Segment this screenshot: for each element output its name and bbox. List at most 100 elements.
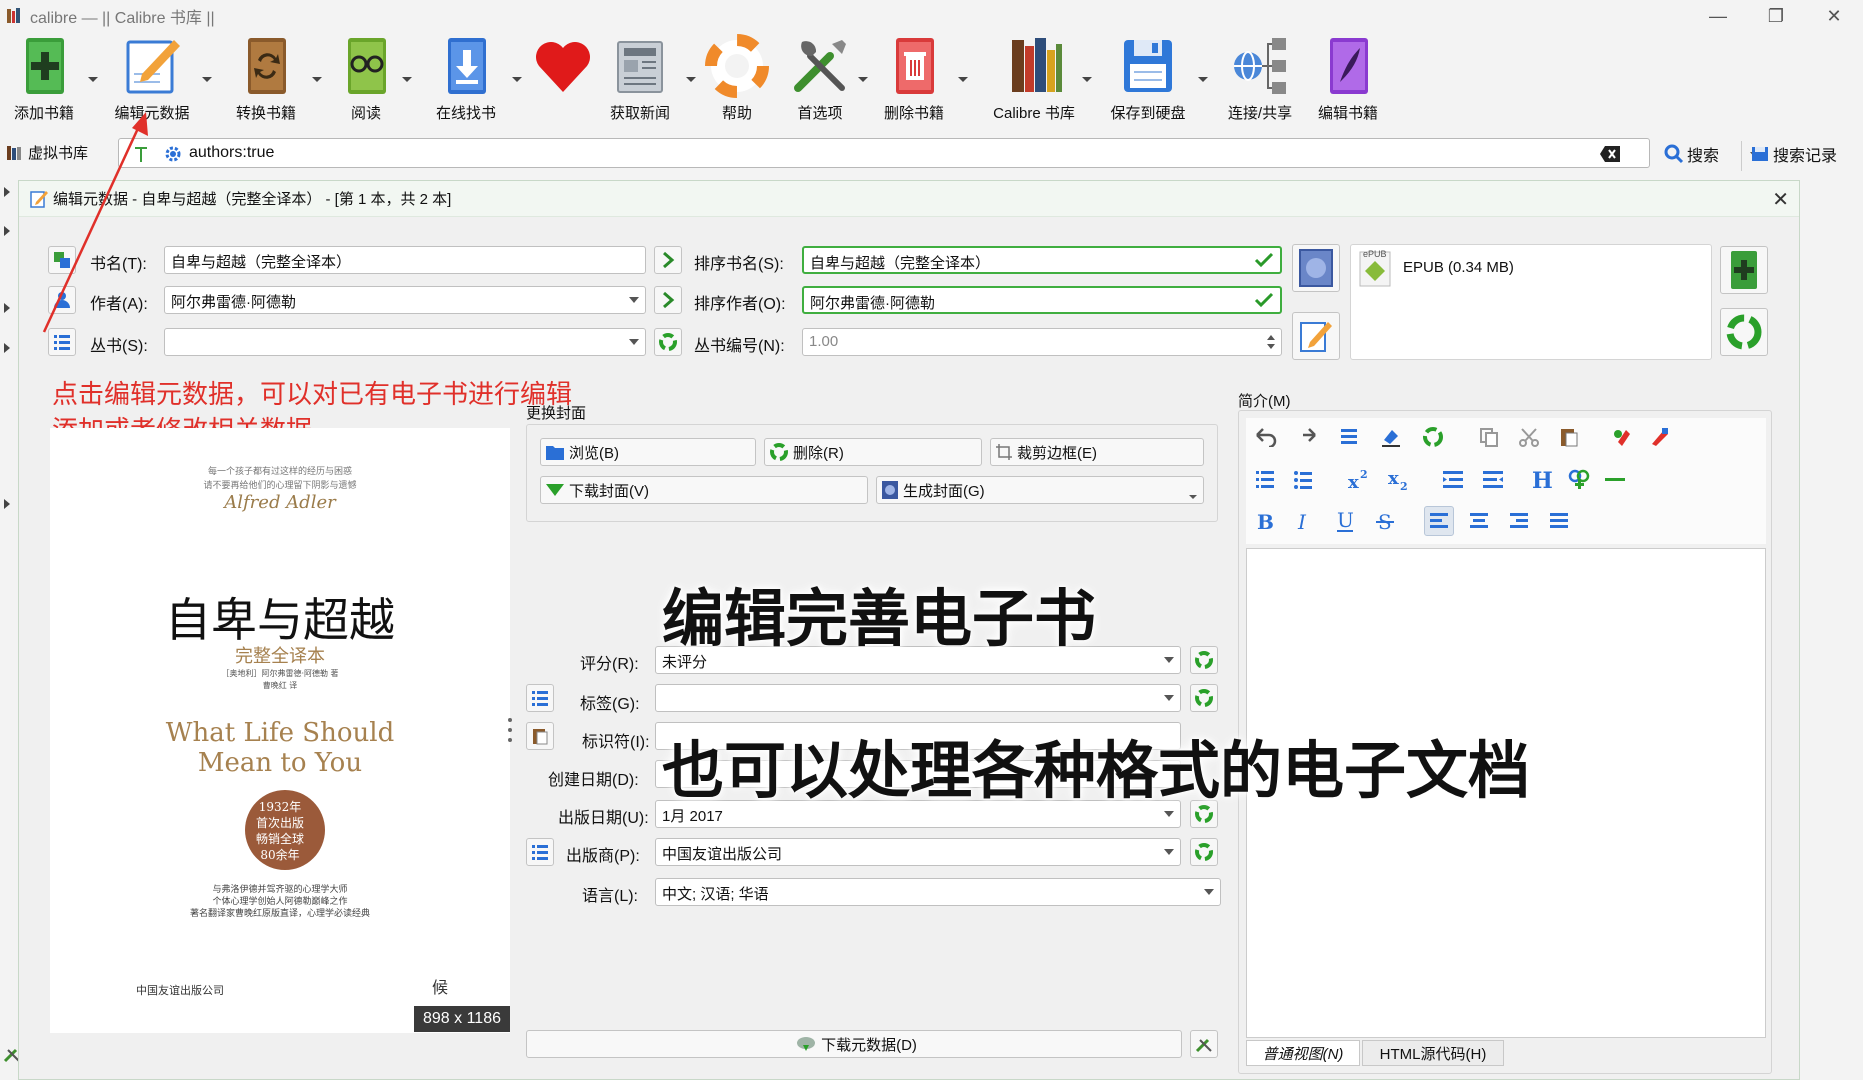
maximize-button[interactable]: ❐ [1748, 0, 1804, 32]
eraser-icon[interactable] [1376, 422, 1406, 452]
align-right-icon[interactable] [1504, 506, 1534, 536]
saved-searches-button[interactable]: 搜索记录 [1750, 142, 1837, 166]
clear-rating-button[interactable] [1190, 646, 1218, 674]
publisher-input[interactable]: 中国友谊出版公司 [655, 838, 1181, 866]
download-cover-button[interactable]: 下载封面(V) [540, 476, 868, 504]
trim-cover-button[interactable]: 裁剪边框(E) [990, 438, 1204, 466]
manage-tags-button[interactable] [526, 684, 554, 712]
remove-cover-button[interactable]: 删除(R) [764, 438, 982, 466]
clear-series-button[interactable] [654, 328, 682, 356]
copy-icon[interactable] [1474, 422, 1504, 452]
chevron-down-icon[interactable] [956, 72, 970, 86]
align-left-icon[interactable] [1424, 506, 1454, 536]
strikethrough-icon[interactable]: S [1370, 506, 1400, 536]
tags-input[interactable] [655, 684, 1181, 712]
chevron-down-icon[interactable] [1164, 657, 1174, 663]
edit-cover-button[interactable] [1292, 312, 1340, 360]
chevron-down-icon[interactable] [1196, 72, 1210, 86]
series-index-input[interactable]: 1.00 [802, 328, 1282, 356]
expand-arrow-icon[interactable] [2, 342, 12, 354]
chevron-down-icon[interactable] [200, 72, 214, 86]
languages-input[interactable]: 中文; 汉语; 华语 [655, 878, 1221, 906]
paste-icon[interactable] [1554, 422, 1584, 452]
underline-icon[interactable]: U [1330, 506, 1360, 536]
cover-thumbnail-button[interactable] [1292, 244, 1340, 292]
chevron-down-icon[interactable] [1204, 889, 1214, 895]
convert-books-button[interactable]: 转换书籍 [224, 34, 308, 128]
formats-list[interactable]: ePUB EPUB (0.34 MB) [1350, 244, 1712, 360]
calibre-library-button[interactable]: Calibre 书库 [976, 34, 1092, 128]
chevron-down-icon[interactable] [1189, 495, 1197, 499]
unordered-list-icon[interactable] [1288, 464, 1318, 494]
search-input[interactable]: authors:true [118, 138, 1760, 171]
connect-share-button[interactable]: 连接/共享 [1214, 34, 1306, 128]
series-input[interactable] [164, 328, 646, 356]
save-to-disk-button[interactable]: 保存到硬盘 [1102, 34, 1194, 128]
gear-icon[interactable] [163, 144, 183, 164]
align-center-icon[interactable] [1464, 506, 1494, 536]
cut-icon[interactable] [1514, 422, 1544, 452]
splitter-handle[interactable] [506, 716, 514, 750]
recycle-icon[interactable] [1418, 422, 1448, 452]
edit-book-button[interactable]: 编辑书籍 [1306, 34, 1390, 128]
chevron-down-icon[interactable] [684, 72, 698, 86]
title-sort-input[interactable]: 自卑与超越（完整全译本） [802, 246, 1282, 274]
chevron-down-icon[interactable] [629, 297, 639, 303]
text-color-icon[interactable] [1644, 422, 1674, 452]
clear-publisher-button[interactable] [1190, 838, 1218, 866]
add-format-button[interactable] [1720, 246, 1768, 294]
chevron-down-icon[interactable] [310, 72, 324, 86]
chevron-down-icon[interactable] [1164, 695, 1174, 701]
superscript-icon[interactable]: x2 [1344, 464, 1374, 494]
generate-cover-button[interactable]: 生成封面(G) [876, 476, 1204, 504]
align-justify-icon[interactable] [1544, 506, 1574, 536]
expand-arrow-icon[interactable] [2, 498, 12, 510]
metadata-sources-button[interactable] [1190, 1030, 1218, 1058]
chevron-down-icon[interactable] [1164, 811, 1174, 817]
copy-author-sort-button[interactable] [654, 286, 682, 314]
tab-html-source[interactable]: HTML源代码(H) [1362, 1040, 1504, 1066]
preferences-button[interactable]: 首选项 [778, 34, 862, 128]
get-books-button[interactable]: 在线找书 [424, 34, 508, 128]
chevron-down-icon[interactable] [86, 72, 100, 86]
chevron-down-icon[interactable] [629, 339, 639, 345]
manage-publishers-button[interactable] [526, 838, 554, 866]
author-sort-input[interactable]: 阿尔弗雷德·阿德勒 [802, 286, 1282, 314]
spin-arrows-icon[interactable] [1265, 332, 1277, 352]
expand-arrow-icon[interactable] [2, 302, 12, 314]
expand-arrow-icon[interactable] [2, 225, 12, 237]
italic-icon[interactable]: I [1288, 506, 1318, 536]
bold-icon[interactable]: B [1250, 506, 1280, 536]
copy-title-sort-button[interactable] [654, 246, 682, 274]
help-button[interactable]: 帮助 [702, 34, 772, 128]
chevron-down-icon[interactable] [1164, 849, 1174, 855]
subscript-icon[interactable]: x2 [1384, 464, 1414, 494]
chevron-down-icon[interactable] [1080, 72, 1094, 86]
remove-format-button[interactable] [1720, 308, 1768, 356]
select-all-icon[interactable] [1334, 422, 1364, 452]
expand-arrow-icon[interactable] [2, 186, 12, 198]
author-input[interactable]: 阿尔弗雷德·阿德勒 [164, 286, 646, 314]
download-metadata-button[interactable]: 下载元数据(D) [526, 1030, 1182, 1058]
chevron-down-icon[interactable] [400, 72, 414, 86]
browse-cover-button[interactable]: 浏览(B) [540, 438, 756, 466]
ordered-list-icon[interactable] [1250, 464, 1280, 494]
indent-icon[interactable] [1438, 464, 1468, 494]
horizontal-rule-icon[interactable] [1600, 464, 1630, 494]
paste-identifier-button[interactable] [526, 722, 554, 750]
chevron-down-icon[interactable] [856, 72, 870, 86]
background-color-icon[interactable] [1608, 422, 1638, 452]
chevron-down-icon[interactable] [510, 72, 524, 86]
tab-normal-view[interactable]: 普通视图(N) [1246, 1040, 1360, 1066]
outdent-icon[interactable] [1478, 464, 1508, 494]
clear-search-icon[interactable] [1599, 145, 1621, 163]
close-window-button[interactable]: ✕ [1806, 0, 1862, 32]
undo-icon[interactable] [1250, 422, 1280, 452]
title-input[interactable]: 自卑与超越（完整全译本） [164, 246, 646, 274]
remove-books-button[interactable]: 删除书籍 [872, 34, 956, 128]
clear-tags-button[interactable] [1190, 684, 1218, 712]
view-button[interactable]: 阅读 [334, 34, 398, 128]
heading-icon[interactable]: H [1526, 464, 1556, 494]
redo-icon[interactable] [1292, 422, 1322, 452]
search-button[interactable]: 搜索 [1664, 142, 1719, 166]
